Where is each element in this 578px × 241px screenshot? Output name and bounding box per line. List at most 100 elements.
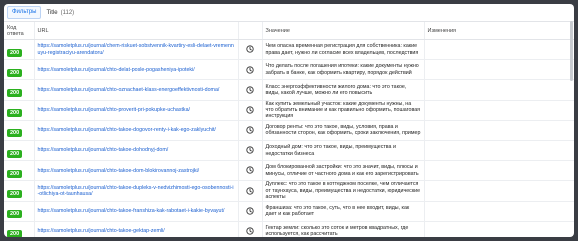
- title-value: Дом блокированной застройки: что это зна…: [265, 164, 419, 177]
- url-link[interactable]: https://samoletplus.ru/journal/chem-risk…: [38, 43, 235, 56]
- value-cell: Класс энергоэффективности жилого дома: ч…: [262, 79, 425, 101]
- changes-cell: [424, 180, 574, 202]
- changes-cell: [424, 39, 574, 61]
- value-cell: Как купить земельный участок: какие доку…: [262, 100, 425, 121]
- title-report-panel: Фильтры Title (112) Код ответа URL Значен…: [4, 4, 574, 237]
- value-cell: Что делать после погашения ипотеки: каки…: [262, 59, 425, 81]
- url-cell: https://samoletplus.ru/journal/chto-dela…: [34, 59, 239, 81]
- history-cell: [238, 120, 263, 141]
- history-cell: [238, 201, 263, 222]
- clock-icon[interactable]: [246, 41, 254, 58]
- title-value: Договор ренты: что это такое, виды, усло…: [265, 124, 421, 137]
- history-cell: [238, 79, 263, 101]
- history-cell: [238, 221, 263, 237]
- column-header-icon: [238, 22, 263, 40]
- changes-cell: [424, 160, 574, 182]
- status-code-badge: 200: [7, 88, 23, 97]
- status-code-cell: 200: [4, 120, 35, 141]
- clock-icon[interactable]: [246, 182, 254, 199]
- table-row: 200 https://samoletplus.ru/journal/chto-…: [4, 160, 574, 182]
- table-row: 200 https://samoletplus.ru/journal/chem-…: [4, 39, 574, 61]
- table-row: 200 https://samoletplus.ru/journal/chto-…: [4, 59, 574, 81]
- history-cell: [238, 100, 263, 121]
- url-link[interactable]: https://samoletplus.ru/journal/chto-dela…: [38, 67, 235, 73]
- status-code-badge: 200: [7, 149, 23, 158]
- table-row: 200 https://samoletplus.ru/journal/chto-…: [4, 120, 574, 141]
- title-value: Франшиза: что это такое, суть, что в нее…: [265, 204, 410, 218]
- url-link[interactable]: https://samoletplus.ru/journal/chto-tako…: [38, 208, 235, 214]
- url-link[interactable]: https://samoletplus.ru/journal/chto-tako…: [38, 127, 235, 133]
- status-code-cell: 200: [4, 140, 35, 162]
- url-cell: https://samoletplus.ru/journal/chto-prov…: [34, 100, 239, 121]
- tab-bar: Фильтры Title (112): [4, 4, 574, 22]
- status-code-cell: 200: [4, 59, 35, 81]
- clock-icon[interactable]: [246, 101, 254, 118]
- url-link[interactable]: https://samoletplus.ru/journal/chto-tako…: [38, 168, 235, 174]
- clock-icon[interactable]: [246, 142, 254, 159]
- table-row: 200 https://samoletplus.ru/journal/chto-…: [4, 180, 574, 202]
- url-cell: https://samoletplus.ru/journal/chem-risk…: [34, 39, 239, 61]
- url-cell: https://samoletplus.ru/journal/chto-tako…: [34, 120, 239, 141]
- vertical-scrollbar[interactable]: [570, 21, 573, 81]
- history-cell: [238, 140, 263, 162]
- title-value: Что делать после погашения ипотеки: каки…: [265, 63, 419, 76]
- history-cell: [238, 59, 263, 81]
- status-code-badge: 200: [7, 189, 23, 198]
- table-row: 200 https://samoletplus.ru/journal/chto-…: [4, 140, 574, 162]
- clock-icon[interactable]: [246, 121, 254, 138]
- clock-icon[interactable]: [246, 81, 254, 98]
- value-cell: Договор ренты: что это такое, виды, усло…: [262, 120, 425, 141]
- clock-icon[interactable]: [246, 222, 254, 237]
- status-code-badge: 200: [7, 210, 23, 219]
- value-cell: Доходный дом: что это такое, виды, преим…: [262, 140, 425, 162]
- history-cell: [238, 180, 263, 202]
- column-header-changes[interactable]: Изменения: [424, 22, 574, 40]
- changes-cell: [424, 59, 574, 81]
- url-link[interactable]: https://samoletplus.ru/journal/chto-ozna…: [38, 87, 235, 93]
- clock-icon[interactable]: [246, 202, 254, 219]
- table-row: 200 https://samoletplus.ru/journal/chto-…: [4, 79, 574, 101]
- url-link[interactable]: https://samoletplus.ru/journal/chto-tako…: [38, 185, 235, 198]
- url-link[interactable]: https://samoletplus.ru/journal/chto-tako…: [38, 147, 235, 153]
- status-code-badge: 200: [7, 230, 23, 237]
- changes-cell: [424, 221, 574, 237]
- changes-cell: [424, 100, 574, 121]
- value-cell: Франшиза: что это такое, суть, что в нее…: [262, 201, 425, 222]
- status-code-cell: 200: [4, 79, 35, 101]
- changes-cell: [424, 201, 574, 222]
- value-cell: Дуплекс: что это такое в коттеджном посе…: [262, 180, 425, 202]
- changes-cell: [424, 79, 574, 101]
- title-value: Класс энергоэффективности жилого дома: ч…: [265, 83, 407, 96]
- status-code-cell: 200: [4, 180, 35, 202]
- status-code-cell: 200: [4, 100, 35, 121]
- table-body: 200 https://samoletplus.ru/journal/chem-…: [4, 39, 574, 237]
- status-code-badge: 200: [7, 169, 23, 178]
- status-code-cell: 200: [4, 201, 35, 222]
- url-cell: https://samoletplus.ru/journal/chto-tako…: [34, 201, 239, 222]
- tab-filters[interactable]: Фильтры: [7, 6, 42, 19]
- status-code-cell: 200: [4, 221, 35, 237]
- status-code-badge: 200: [7, 68, 23, 77]
- column-header-code[interactable]: Код ответа: [4, 22, 35, 40]
- url-link[interactable]: https://samoletplus.ru/journal/chto-prov…: [38, 107, 235, 113]
- title-value: Гектар земли: сколько это соток и метров…: [265, 224, 409, 237]
- column-header-url[interactable]: URL: [34, 22, 239, 40]
- url-cell: https://samoletplus.ru/journal/chto-tako…: [34, 160, 239, 182]
- url-cell: https://samoletplus.ru/journal/chto-tako…: [34, 221, 239, 237]
- tab-title[interactable]: Title (112): [41, 7, 79, 19]
- clock-icon[interactable]: [246, 61, 254, 78]
- url-cell: https://samoletplus.ru/journal/chto-tako…: [34, 140, 239, 162]
- clock-icon[interactable]: [246, 162, 254, 179]
- history-cell: [238, 39, 263, 61]
- status-code-badge: 200: [7, 109, 23, 118]
- table-row: 200 https://samoletplus.ru/journal/chto-…: [4, 100, 574, 121]
- results-table: Код ответа URL Значение Изменения 200 ht…: [4, 22, 574, 237]
- url-cell: https://samoletplus.ru/journal/chto-tako…: [34, 180, 239, 202]
- tab-title-count: (112): [60, 9, 75, 16]
- changes-cell: [424, 120, 574, 141]
- column-header-value[interactable]: Значение: [262, 22, 425, 40]
- status-code-cell: 200: [4, 39, 35, 61]
- url-link[interactable]: https://samoletplus.ru/journal/chto-tako…: [38, 228, 235, 234]
- status-code-badge: 200: [7, 48, 23, 57]
- table-row: 200 https://samoletplus.ru/journal/chto-…: [4, 201, 574, 222]
